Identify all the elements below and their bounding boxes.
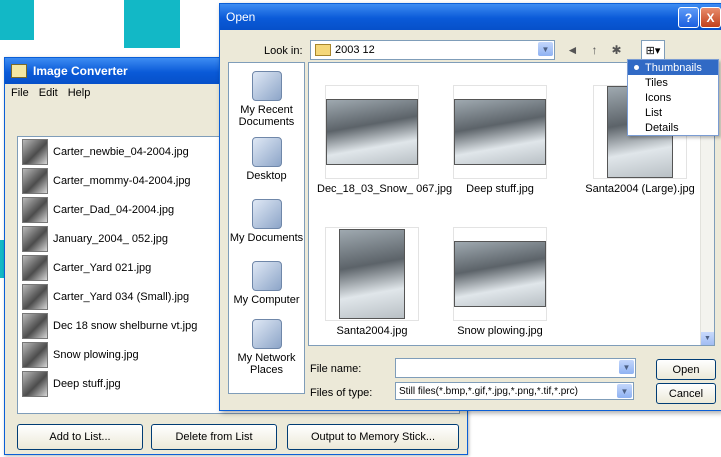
chevron-down-icon[interactable]: ▼ [617,384,632,398]
look-in-value: 2003 12 [335,44,375,56]
file-name-text: Carter_Yard 034 (Small).jpg [53,290,190,303]
recent-documents-icon [251,71,282,101]
image-thumbnail-icon [22,341,48,368]
place-label: My Network Places [237,352,296,376]
file-name-text: January_2004_ 052.jpg [53,232,168,245]
open-dialog-title: Open [226,10,256,24]
view-menu-item-list[interactable]: List [628,105,718,120]
look-in-label: Look in: [264,45,303,57]
image-thumbnail-icon [22,167,48,194]
image-thumbnail-icon [22,196,48,223]
view-menu-item-tiles[interactable]: Tiles [628,75,718,90]
my-computer-icon [251,261,282,291]
selected-dot-icon [634,65,639,70]
network-places-icon [251,319,282,349]
file-name-text: Carter_newbie_04-2004.jpg [53,145,189,158]
open-button-label: Open [672,363,700,376]
image-thumbnail-icon [22,283,48,310]
photo-thumbnail [454,241,546,307]
file-name-text: Snow plowing.jpg [53,348,139,361]
bg-block-left [0,0,34,40]
file-name-text: Carter_Yard 021.jpg [53,261,152,274]
photo-thumbnail [326,99,418,165]
scroll-down-icon[interactable]: ▼ [701,332,714,345]
thumbnail-item[interactable]: Deep stuff.jpg [445,85,555,197]
file-name-label: File name: [310,363,362,375]
place-desktop[interactable]: Desktop [229,137,304,182]
cancel-button-label: Cancel [668,387,704,400]
help-button[interactable]: ? [678,7,699,28]
file-name-text: Carter_mommy-04-2004.jpg [53,174,191,187]
delete-from-list-label: Delete from List [175,431,253,443]
app-icon [11,64,27,78]
place-my-computer[interactable]: My Computer [229,261,304,306]
place-label: My Documents [229,232,304,244]
back-icon[interactable]: ◄ [566,43,579,57]
view-menu-item-thumbnails[interactable]: Thumbnails [628,60,718,75]
thumbnail-item[interactable]: Santa2004.jpg [317,227,427,339]
files-of-type-label: Files of type: [310,387,373,399]
place-my-recent-documents[interactable]: My Recent Documents [229,71,304,128]
view-menu-label: Tiles [645,76,668,89]
thumbnail-caption: Snow plowing.jpg [457,325,543,337]
bg-block-top [124,0,180,48]
view-menu-label: Icons [645,91,672,104]
thumbnail-caption: Santa2004 (Large).jpg [585,183,695,195]
place-my-documents[interactable]: My Documents [229,199,304,244]
image-thumbnail-icon [22,138,48,165]
image-thumbnail-icon [22,370,48,397]
files-of-type-select[interactable]: Still files(*.bmp,*.gif,*.jpg,*.png,*.ti… [395,382,634,400]
chevron-down-icon[interactable]: ▼ [538,42,553,56]
cancel-button[interactable]: Cancel [656,383,716,404]
place-my-network-places[interactable]: My Network Places [229,319,304,376]
folder-icon [315,44,331,56]
place-label: My Recent Documents [238,104,295,128]
image-converter-title: Image Converter [33,64,128,78]
views-menu: Thumbnails Tiles Icons List Details [627,59,719,136]
view-menu-item-icons[interactable]: Icons [628,90,718,105]
output-to-memory-stick-button[interactable]: Output to Memory Stick... [287,424,459,450]
thumbnail-item[interactable]: Dec_18_03_Snow_ 067.jpg [317,85,453,197]
delete-from-list-button[interactable]: Delete from List [151,424,277,450]
desktop-icon [251,137,282,167]
files-of-type-value: Still files(*.bmp,*.gif,*.jpg,*.png,*.ti… [399,385,578,397]
my-documents-icon [251,199,282,229]
look-in-dropdown[interactable]: 2003 12 ▼ [310,40,555,60]
open-button[interactable]: Open [656,359,716,380]
thumbnail-caption: Dec_18_03_Snow_ 067.jpg [317,183,453,195]
file-name-text: Deep stuff.jpg [53,377,121,390]
view-menu-label: Details [645,121,679,134]
open-dialog-titlebar[interactable]: Open ? X [220,4,721,30]
menu-edit[interactable]: Edit [39,87,58,99]
place-label: My Computer [233,294,300,306]
file-name-text: Dec 18 snow shelburne vt.jpg [53,319,198,332]
photo-thumbnail [339,229,405,319]
image-thumbnail-icon [22,225,48,252]
close-button[interactable]: X [700,7,721,28]
add-to-list-button[interactable]: Add to List... [17,424,143,450]
file-name-text: Carter_Dad_04-2004.jpg [53,203,175,216]
output-label: Output to Memory Stick... [310,431,436,443]
views-menu-button[interactable]: ⊞▾ [641,40,665,60]
menu-help[interactable]: Help [68,87,91,99]
thumbnail-caption: Santa2004.jpg [336,325,408,337]
menu-file[interactable]: File [11,87,29,99]
view-menu-item-details[interactable]: Details [628,120,718,135]
up-folder-icon[interactable]: ↑ [588,43,601,57]
file-name-input[interactable]: ▼ [395,358,636,378]
add-to-list-label: Add to List... [49,431,111,443]
view-menu-label: Thumbnails [645,61,702,74]
new-folder-icon[interactable]: ✱ [610,43,623,57]
place-label: Desktop [246,170,287,182]
image-thumbnail-icon [22,254,48,281]
chevron-down-icon[interactable]: ▼ [619,360,634,374]
thumbnail-item[interactable]: Snow plowing.jpg [445,227,555,339]
view-menu-label: List [645,106,663,119]
places-bar: My Recent Documents Desktop My Documents… [228,62,305,394]
image-thumbnail-icon [22,312,48,339]
thumbnail-caption: Deep stuff.jpg [466,183,534,195]
photo-thumbnail [454,99,546,165]
